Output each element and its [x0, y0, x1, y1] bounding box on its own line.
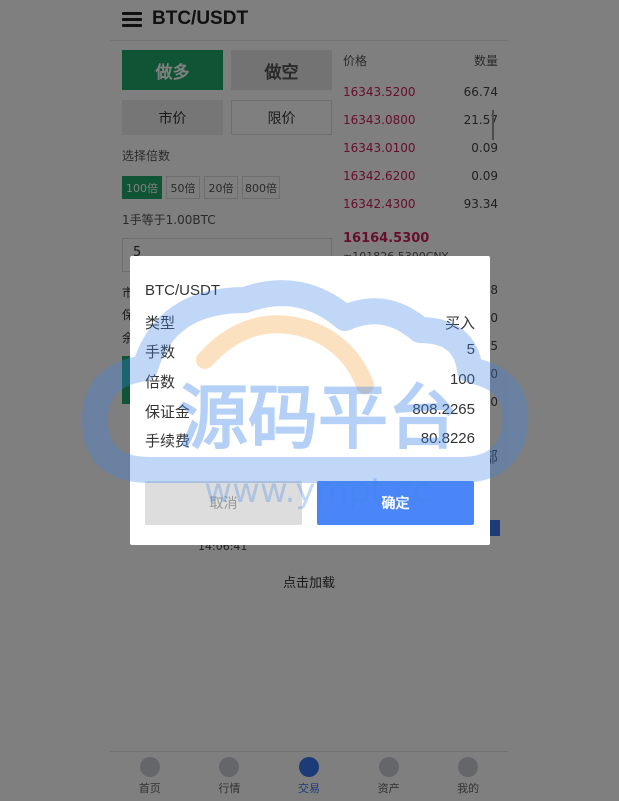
row-value: 买入: [444, 315, 475, 332]
row-key: 手续费: [145, 433, 191, 450]
row-value: 5: [466, 341, 475, 358]
order-confirm-dialog: BTC/USDT 类型 买入 手数 5 倍数 100 保证金 808.2265 …: [130, 256, 490, 545]
dialog-row-lots: 手数 5: [145, 341, 475, 361]
dialog-row-type: 类型 买入: [145, 312, 475, 332]
dialog-row-fee: 手续费 80.8226: [145, 430, 475, 450]
row-key: 手数: [145, 344, 176, 361]
row-key: 保证金: [145, 404, 191, 421]
row-key: 倍数: [145, 374, 176, 391]
dialog-row-leverage: 倍数 100: [145, 371, 475, 391]
dialog-row-margin: 保证金 808.2265: [145, 401, 475, 421]
row-value: 808.2265: [412, 401, 475, 418]
dialog-title: BTC/USDT: [145, 282, 220, 299]
cancel-button[interactable]: 取消: [145, 481, 302, 525]
confirm-button[interactable]: 确定: [317, 481, 474, 525]
row-key: 类型: [145, 315, 176, 332]
row-value: 80.8226: [420, 430, 475, 447]
row-value: 100: [449, 371, 475, 388]
